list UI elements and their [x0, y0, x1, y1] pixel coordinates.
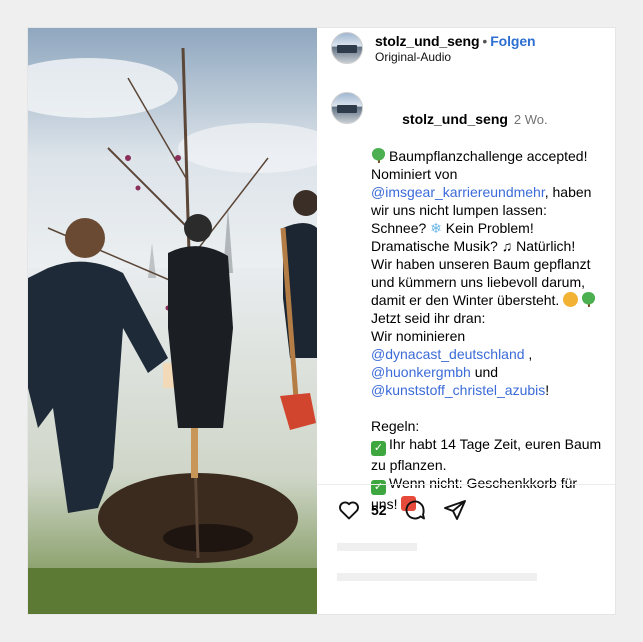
caption: stolz_und_seng 2 Wo. Baumpflanzchallenge … — [371, 92, 611, 513]
caption-line11: Wir nominieren — [371, 328, 466, 344]
caption-line6b: Natürlich! — [512, 238, 576, 254]
caption-line9: damit er den Winter übersteht. — [371, 292, 564, 308]
check-emoji: ✓ — [371, 441, 386, 456]
rule1-a: Ihr habt 14 Tage Zeit, euren Baum — [389, 436, 602, 452]
actions-divider — [317, 484, 615, 485]
caption-time: 2 Wo. — [513, 112, 548, 127]
author-username[interactable]: stolz_und_seng — [375, 33, 480, 49]
heart-icon[interactable] — [337, 498, 361, 522]
rules-title: Regeln: — [371, 418, 420, 434]
caption-line4: wir uns nicht lumpen lassen: — [371, 202, 547, 218]
caption-line5a: Schnee? — [371, 220, 431, 236]
mention-huonker[interactable]: @huonkergmbh — [371, 364, 471, 380]
post-card: stolz_und_seng • Folgen Original-Audio sto… — [28, 28, 615, 614]
caption-line6a: Dramatische Musik? — [371, 238, 502, 254]
caption-username[interactable]: stolz_und_seng — [402, 111, 508, 127]
mention-kunststoff[interactable]: @kunststoff_christel_azubis — [371, 382, 545, 398]
follow-button[interactable]: Folgen — [490, 33, 535, 49]
caption-line7: Wir haben unseren Baum gepflanzt — [371, 256, 591, 272]
action-bar: 52 — [337, 498, 467, 522]
caption-line1: Baumpflanzchallenge accepted! — [389, 148, 588, 164]
mention2-suffix: , — [524, 346, 533, 362]
share-icon[interactable] — [443, 498, 467, 522]
author-avatar[interactable] — [331, 32, 363, 64]
mention-imsgear[interactable]: @imsgear_karriereundmehr — [371, 184, 545, 200]
faded-overlay — [337, 533, 577, 603]
snowflake-emoji: ❄ — [430, 220, 442, 236]
caption-line10: Jetzt seid ihr dran: — [371, 310, 486, 326]
tree-emoji — [581, 292, 597, 307]
post-sidebar: stolz_und_seng • Folgen Original-Audio sto… — [317, 28, 615, 614]
caption-line3-suffix: , haben — [544, 184, 592, 200]
caption-line5b: Kein Problem! — [441, 220, 534, 236]
caption-line2: Nominiert von — [371, 166, 458, 182]
video-frame — [28, 28, 317, 614]
mention4-suffix: ! — [545, 382, 550, 398]
muscle-emoji — [563, 292, 579, 307]
music-emoji: ♫ — [501, 238, 513, 254]
rule1-b: zu pflanzen. — [371, 457, 447, 473]
mention3-suffix: und — [470, 364, 499, 380]
post-video[interactable] — [28, 28, 317, 614]
caption-line8: und kümmern uns liebevoll darum, — [371, 274, 585, 290]
mention-dynacast[interactable]: @dynacast_deutschland — [371, 346, 525, 362]
check-emoji: ✓ — [371, 480, 386, 495]
audio-label[interactable]: Original-Audio — [375, 50, 451, 64]
tree-emoji — [371, 148, 386, 163]
post-header: stolz_und_seng • Folgen — [375, 33, 536, 49]
header-separator: • — [482, 33, 488, 49]
comment-icon[interactable] — [403, 498, 427, 522]
rule2-a: Wenn nicht: Geschenkkorb für — [389, 475, 578, 491]
caption-avatar[interactable] — [331, 92, 363, 124]
like-count[interactable]: 52 — [371, 502, 387, 518]
